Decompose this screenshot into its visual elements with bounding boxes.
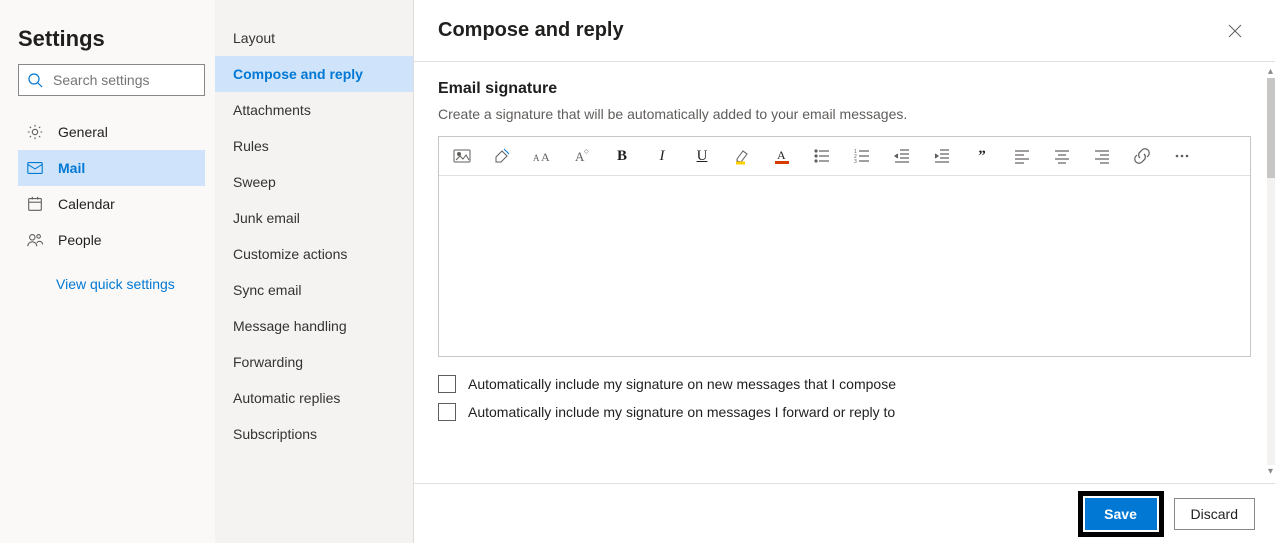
calendar-icon — [26, 195, 44, 213]
mid-item-sync-email[interactable]: Sync email — [215, 272, 413, 308]
mid-item-automatic-replies[interactable]: Automatic replies — [215, 380, 413, 416]
signature-editor: AA A◇ B I U A — [438, 136, 1251, 357]
nav-label: People — [58, 232, 102, 248]
align-left-icon[interactable] — [1013, 147, 1031, 165]
pane-body: Email signature Create a signature that … — [414, 62, 1275, 483]
align-center-icon[interactable] — [1053, 147, 1071, 165]
highlight-icon[interactable] — [733, 147, 751, 165]
save-button-highlight: Save — [1078, 491, 1164, 537]
search-input[interactable] — [51, 71, 196, 89]
save-button[interactable]: Save — [1085, 498, 1157, 530]
mid-item-forwarding[interactable]: Forwarding — [215, 344, 413, 380]
signature-options: Automatically include my signature on ne… — [438, 375, 1251, 421]
check-row-forward-reply: Automatically include my signature on me… — [438, 403, 1251, 421]
discard-button[interactable]: Discard — [1174, 498, 1255, 530]
underline-icon[interactable]: U — [693, 147, 711, 165]
gear-icon — [26, 123, 44, 141]
check-label: Automatically include my signature on ne… — [468, 376, 896, 392]
format-painter-icon[interactable] — [493, 147, 511, 165]
search-settings-field[interactable] — [18, 64, 205, 96]
close-button[interactable] — [1219, 15, 1251, 47]
section-description: Create a signature that will be automati… — [438, 106, 1251, 122]
svg-text:◇: ◇ — [584, 149, 589, 155]
mid-item-customize-actions[interactable]: Customize actions — [215, 236, 413, 272]
nav-item-calendar[interactable]: Calendar — [18, 186, 205, 222]
mid-item-subscriptions[interactable]: Subscriptions — [215, 416, 413, 452]
checkbox-forward-reply[interactable] — [438, 403, 456, 421]
pane-footer: Save Discard — [414, 483, 1275, 543]
checkbox-new-messages[interactable] — [438, 375, 456, 393]
scrollbar-thumb[interactable] — [1267, 78, 1275, 178]
mid-item-sweep[interactable]: Sweep — [215, 164, 413, 200]
editor-toolbar: AA A◇ B I U A — [439, 137, 1250, 176]
mid-item-message-handling[interactable]: Message handling — [215, 308, 413, 344]
font-size-icon[interactable]: A◇ — [573, 147, 591, 165]
main-pane: Compose and reply Email signature Create… — [414, 0, 1275, 543]
close-icon — [1228, 24, 1242, 38]
mid-item-layout[interactable]: Layout — [215, 20, 413, 56]
nav-label: General — [58, 124, 108, 140]
settings-nav: General Mail Calendar People — [18, 114, 205, 258]
font-family-icon[interactable]: AA — [533, 147, 551, 165]
outdent-icon[interactable] — [893, 147, 911, 165]
nav-item-mail[interactable]: Mail — [18, 150, 205, 186]
settings-sidebar: Settings General Mail Calendar People — [0, 0, 215, 543]
check-row-new-messages: Automatically include my signature on ne… — [438, 375, 1251, 393]
check-label: Automatically include my signature on me… — [468, 404, 895, 420]
bullet-list-icon[interactable] — [813, 147, 831, 165]
mid-item-attachments[interactable]: Attachments — [215, 92, 413, 128]
svg-text:A: A — [777, 148, 786, 162]
nav-label: Calendar — [58, 196, 115, 212]
link-icon[interactable] — [1133, 147, 1151, 165]
italic-icon[interactable]: I — [653, 147, 671, 165]
indent-icon[interactable] — [933, 147, 951, 165]
search-icon — [27, 72, 43, 88]
nav-item-people[interactable]: People — [18, 222, 205, 258]
view-quick-settings-link[interactable]: View quick settings — [56, 276, 205, 292]
scroll-up-icon[interactable]: ▴ — [1268, 66, 1273, 77]
insert-image-icon[interactable] — [453, 147, 471, 165]
nav-item-general[interactable]: General — [18, 114, 205, 150]
more-options-icon[interactable] — [1173, 147, 1191, 165]
bold-icon[interactable]: B — [613, 147, 631, 165]
font-color-icon[interactable]: A — [773, 147, 791, 165]
nav-label: Mail — [58, 160, 85, 176]
pane-title: Compose and reply — [438, 19, 624, 42]
mid-item-junk-email[interactable]: Junk email — [215, 200, 413, 236]
align-right-icon[interactable] — [1093, 147, 1111, 165]
svg-text:A: A — [541, 150, 550, 164]
section-title: Email signature — [438, 80, 1251, 98]
signature-textarea[interactable] — [439, 176, 1250, 356]
pane-header: Compose and reply — [414, 0, 1275, 62]
settings-title: Settings — [18, 26, 205, 52]
mid-item-compose-reply[interactable]: Compose and reply — [215, 56, 413, 92]
people-icon — [26, 231, 44, 249]
svg-text:A: A — [533, 153, 540, 163]
mail-icon — [26, 159, 44, 177]
quote-icon[interactable]: ” — [973, 147, 991, 165]
mail-settings-list: Layout Compose and reply Attachments Rul… — [215, 0, 414, 543]
scroll-down-icon[interactable]: ▾ — [1268, 466, 1273, 477]
mid-item-rules[interactable]: Rules — [215, 128, 413, 164]
numbered-list-icon[interactable]: 123 — [853, 147, 871, 165]
svg-text:3: 3 — [854, 159, 857, 165]
